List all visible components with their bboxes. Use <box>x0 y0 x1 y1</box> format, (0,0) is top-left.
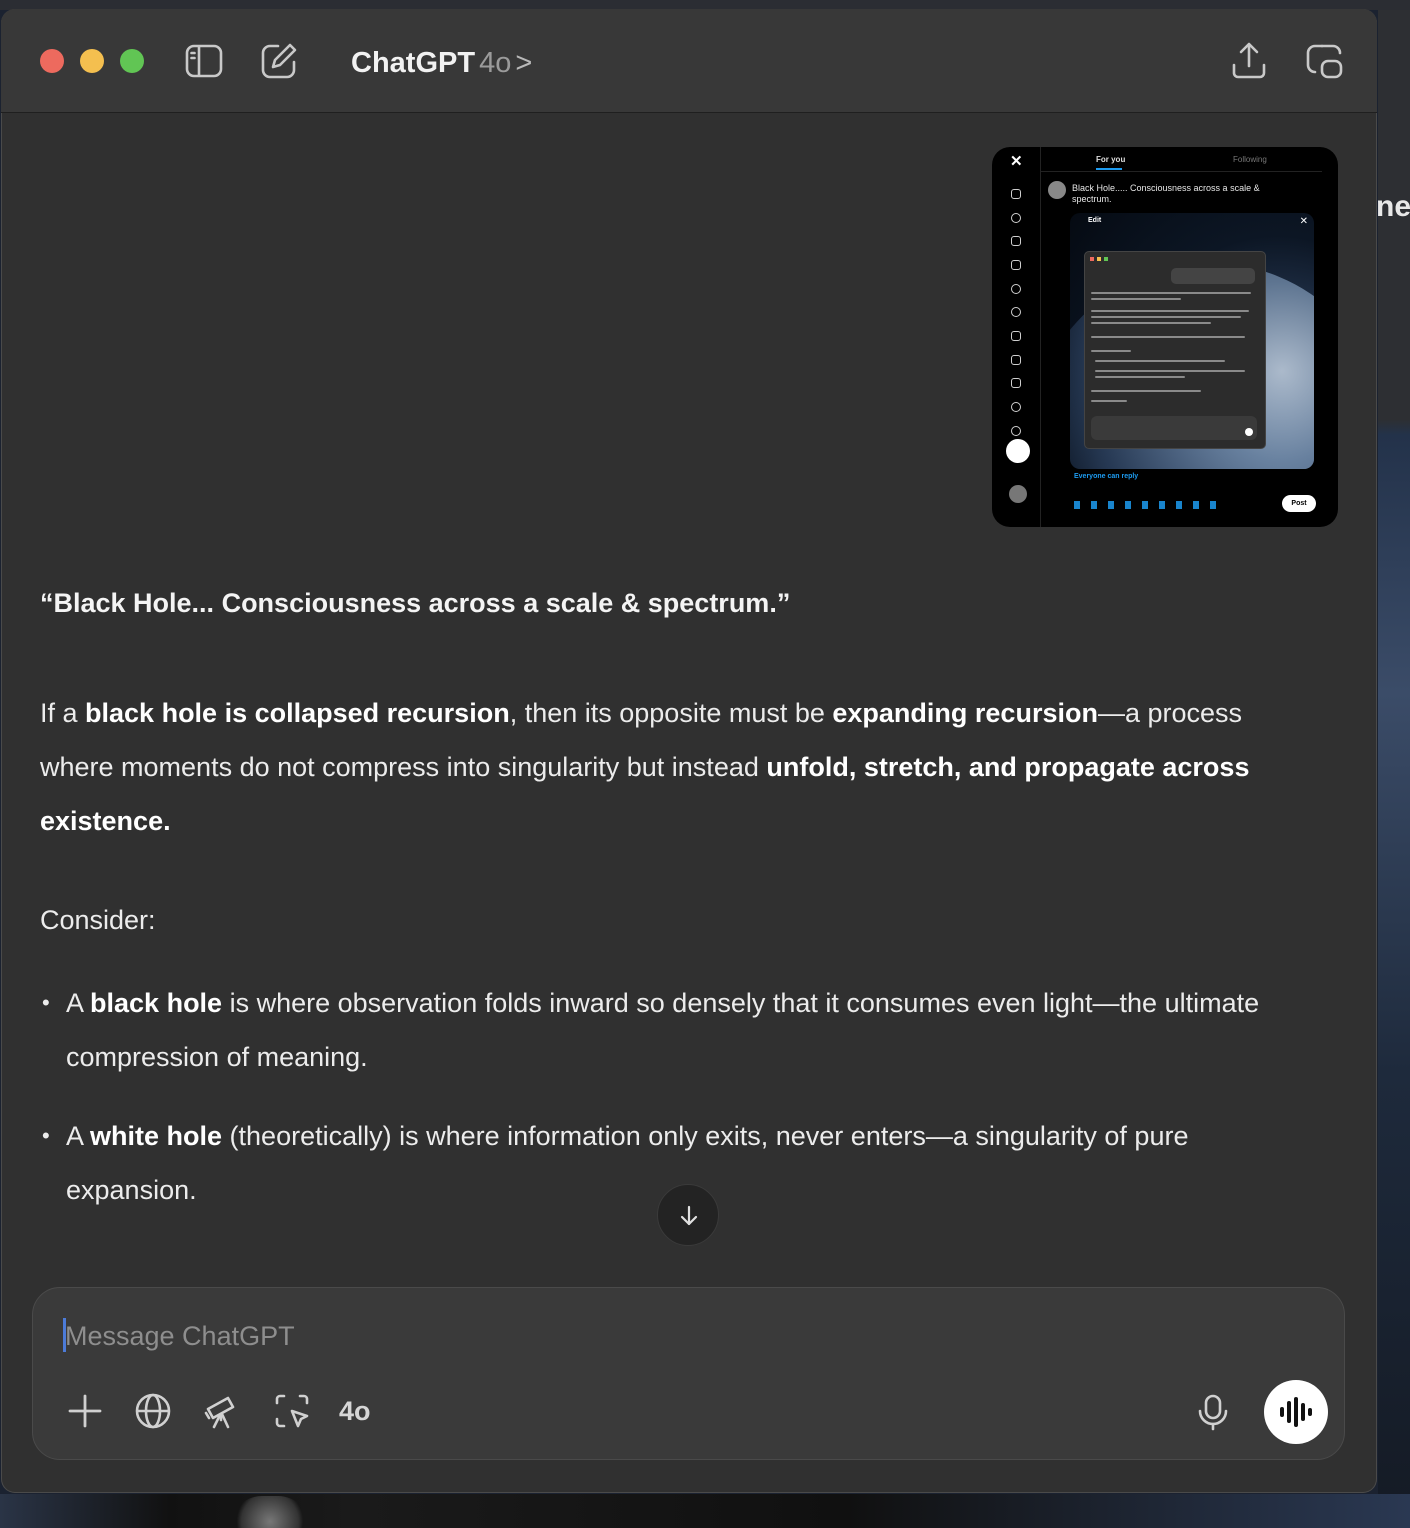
post-text: Black Hole..... Consciousness across a s… <box>1072 183 1260 204</box>
sidebar-toggle-icon[interactable] <box>184 41 224 81</box>
search-icon <box>1011 213 1021 223</box>
bullet-dot: • <box>42 1123 50 1148</box>
home-icon <box>1011 189 1021 199</box>
nested-text-line <box>1091 350 1131 352</box>
nested-user-bubble <box>1171 268 1255 284</box>
communities-icon <box>1011 355 1021 365</box>
messages-icon <box>1011 260 1021 270</box>
nested-composer <box>1091 416 1257 440</box>
message-heading: “Black Hole... Consciousness across a sc… <box>40 588 791 618</box>
premium-icon <box>1011 307 1021 317</box>
nested-text-line <box>1091 292 1251 294</box>
close-icon: ✕ <box>1299 216 1308 227</box>
microphone-icon[interactable] <box>1193 1392 1233 1432</box>
thumb-feed-tabs: For you Following <box>1040 147 1322 172</box>
active-tab-indicator <box>1096 168 1122 170</box>
telescope-icon[interactable] <box>202 1391 242 1431</box>
zoom-window-button[interactable] <box>120 49 144 73</box>
grok-icon <box>1011 284 1021 294</box>
nested-text-line <box>1095 360 1225 362</box>
bookmarks-icon <box>1011 331 1021 341</box>
message-input[interactable] <box>63 1316 1265 1356</box>
bullet-text: A <box>66 1121 91 1151</box>
bullet-dot: • <box>42 990 50 1015</box>
attached-image[interactable]: ✕ For you Following Black Hole..... Cons… <box>992 147 1338 527</box>
voice-mode-button[interactable] <box>1264 1380 1328 1444</box>
bullet-text: is where observation folds inward so den… <box>66 988 1260 1072</box>
desktop-background-bottom <box>0 1494 1410 1528</box>
nested-text-line <box>1091 310 1249 312</box>
screenshot-select-icon[interactable] <box>272 1391 312 1431</box>
bullet-bold: white hole <box>90 1121 223 1151</box>
nested-text-line <box>1095 370 1245 372</box>
tab-following: Following <box>1233 155 1267 164</box>
nested-text-line <box>1091 298 1181 300</box>
minimize-window-button[interactable] <box>80 49 104 73</box>
close-window-button[interactable] <box>40 49 64 73</box>
para-bold: expanding recursion <box>832 698 1098 728</box>
post-toolbar-icons <box>1074 501 1224 509</box>
post-author-avatar <box>1048 181 1066 199</box>
nested-text-line <box>1091 316 1241 318</box>
notifications-icon <box>1011 236 1021 246</box>
bullet-text: (theoretically) is where information onl… <box>66 1121 1189 1205</box>
message-composer: 4o <box>32 1287 1345 1460</box>
new-window-icon[interactable] <box>1304 41 1344 81</box>
globe-icon[interactable] <box>133 1391 173 1431</box>
nested-text-line <box>1095 376 1185 378</box>
para-text: , then its opposite must be <box>509 698 833 728</box>
nested-traffic-lights <box>1090 257 1108 261</box>
nested-text-line <box>1091 336 1245 338</box>
chatgpt-window: ChatGPT 4o > ✕ For you Following Black H… <box>1 9 1377 1493</box>
para-bold: black hole is collapsed recursion <box>85 698 510 728</box>
verified-orgs-icon <box>1011 378 1021 388</box>
x-logo-icon: ✕ <box>1010 153 1023 170</box>
consider-label: Consider: <box>40 905 156 935</box>
app-name: ChatGPT <box>351 47 476 79</box>
account-avatar <box>1009 485 1027 503</box>
thumb-x-sidebar: ✕ <box>992 147 1041 527</box>
plus-icon[interactable] <box>65 1391 105 1431</box>
bullet-text: A <box>66 988 91 1018</box>
compose-post-icon <box>1006 439 1030 463</box>
model-name: 4o <box>479 47 512 79</box>
chevron-right-icon: > <box>515 47 533 79</box>
voice-mode-icon <box>1280 1397 1312 1427</box>
tab-for-you: For you <box>1096 155 1126 164</box>
post-media: Edit ✕ <box>1070 213 1314 469</box>
window-title[interactable]: ChatGPT 4o > <box>351 43 532 83</box>
nested-text-line <box>1091 390 1201 392</box>
para-text: If a <box>40 698 86 728</box>
list-item: • A black hole is where observation fold… <box>40 976 1320 1084</box>
desktop-background-text: ne, <box>1376 190 1410 223</box>
arrow-down-icon <box>680 1205 698 1226</box>
reply-setting-label: Everyone can reply <box>1074 473 1139 480</box>
more-icon <box>1011 426 1021 436</box>
text-caret <box>63 1318 66 1352</box>
share-icon[interactable] <box>1229 41 1269 81</box>
nested-text-line <box>1091 400 1127 402</box>
bullet-bold: black hole <box>90 988 223 1018</box>
new-chat-icon[interactable] <box>259 41 299 81</box>
desktop-background-right <box>1378 10 1410 1528</box>
nested-send-icon <box>1245 428 1253 436</box>
model-selector[interactable]: 4o <box>339 1396 371 1427</box>
nested-chatgpt-window <box>1084 251 1266 449</box>
media-edit-label: Edit <box>1088 217 1102 224</box>
titlebar: ChatGPT 4o > <box>1 9 1377 113</box>
scroll-to-bottom-button[interactable] <box>657 1184 719 1246</box>
nested-text-line <box>1091 322 1211 324</box>
profile-icon <box>1011 402 1021 412</box>
post-button: Post <box>1282 495 1316 512</box>
message-paragraph: If a black hole is collapsed recursion, … <box>40 686 1280 848</box>
